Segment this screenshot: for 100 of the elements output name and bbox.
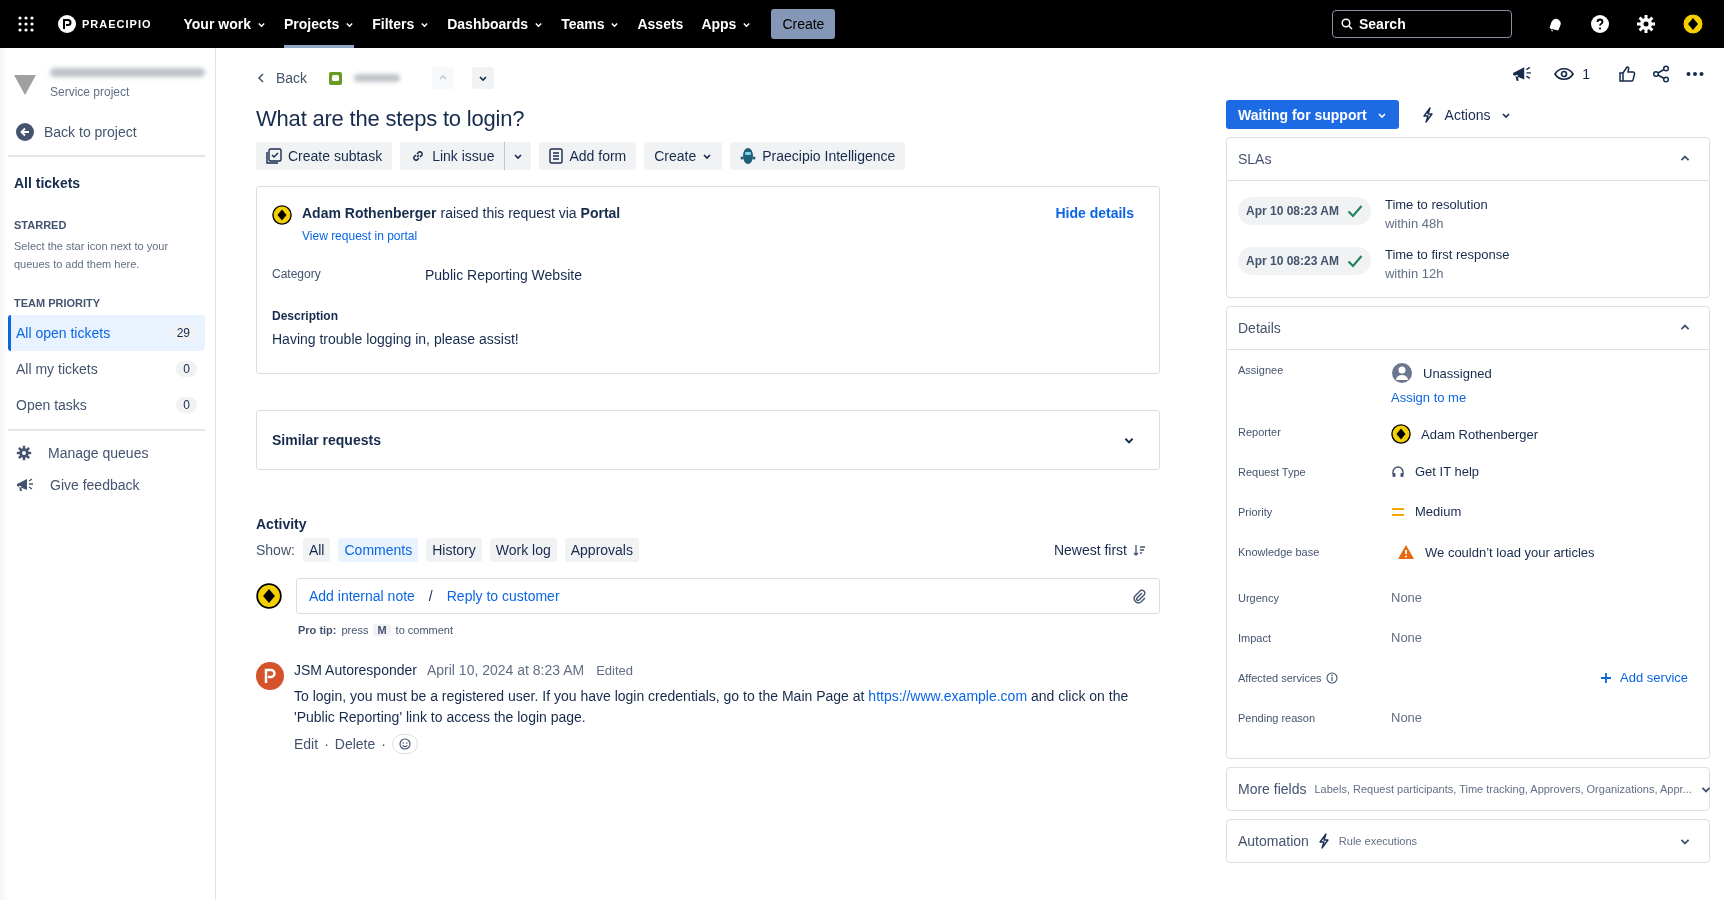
create-button[interactable]: Create — [771, 9, 836, 39]
comment-date: April 10, 2024 at 8:23 AM — [426, 662, 585, 678]
user-avatar — [256, 583, 282, 609]
watch-button[interactable]: 1 — [1548, 65, 1596, 83]
user-avatar — [1391, 424, 1411, 444]
toolbar-button[interactable]: Create subtask — [256, 142, 393, 170]
comment-action-link[interactable]: Delete — [334, 736, 376, 752]
add-internal-note-link[interactable]: Add internal note — [309, 588, 415, 604]
actions-dropdown[interactable]: Actions — [1414, 100, 1517, 129]
panel-title: More fields — [1238, 781, 1307, 797]
help-icon[interactable] — [1590, 14, 1610, 34]
avatar-icon[interactable] — [1682, 13, 1704, 35]
filter-button[interactable]: Approvals — [564, 538, 639, 562]
nav-menu[interactable]: Projects — [283, 0, 355, 48]
sla-goal: within 12h — [1384, 266, 1445, 281]
next-button[interactable] — [472, 67, 495, 89]
toolbar-button[interactable]: Link issue — [400, 142, 505, 170]
more-icon[interactable] — [1686, 71, 1704, 77]
smiley-icon — [398, 738, 411, 750]
nav-menu[interactable]: Your work — [183, 0, 266, 48]
panel-title: Similar requests — [272, 432, 381, 448]
search-field[interactable]: Search — [1332, 10, 1512, 38]
sidebar-link[interactable]: Manage queues — [8, 437, 205, 469]
queue-item[interactable]: All open tickets 29 — [8, 315, 205, 351]
separator: · — [381, 736, 386, 752]
pro-tip-text: to comment — [395, 624, 454, 636]
url-link[interactable]: https://www.example.com — [868, 688, 1028, 704]
paperclip-icon[interactable] — [1131, 588, 1147, 604]
logo-text: PRAECIPIO — [82, 18, 152, 30]
field-value: Public Reporting Website — [425, 267, 582, 283]
warning-icon — [1397, 544, 1415, 560]
queue-item[interactable]: All my tickets 0 — [8, 351, 205, 387]
megaphone-icon[interactable] — [1512, 65, 1533, 83]
separator: / — [428, 588, 433, 604]
panel-title: SLAs — [1238, 151, 1272, 167]
thumbs-up-icon[interactable] — [1618, 65, 1636, 83]
edited-label: Edited — [596, 663, 634, 678]
request-type-icon — [329, 71, 343, 85]
logo-icon — [58, 15, 76, 33]
show-label: Show: — [256, 542, 295, 558]
warning-text: We couldn’t load your articles — [1425, 544, 1595, 560]
starred-hint: Select the star icon next to your queues to add them here. — [13, 239, 170, 272]
medium-priority-icon — [1391, 506, 1405, 517]
user-avatar — [272, 205, 292, 225]
description-text: Having trouble logging in, please assist! — [272, 331, 520, 347]
more-fields-panel[interactable]: More fields Labels, Request participants, Time tracking, Approvers, Organizations, Appr... — [1226, 767, 1710, 811]
hide-details-link[interactable]: Hide details — [1055, 205, 1134, 221]
filter-button[interactable]: History — [426, 538, 482, 562]
count-badge: 0 — [176, 397, 197, 413]
megaphone-icon — [16, 477, 34, 493]
chevron-left-icon — [256, 73, 266, 83]
search-icon — [1341, 18, 1353, 30]
toolbar-button[interactable]: Praecipio Intelligence — [730, 142, 906, 170]
count-badge: 0 — [176, 361, 197, 377]
bot-avatar — [256, 662, 284, 690]
nav-menu[interactable]: Filters — [372, 0, 430, 48]
field-label: Urgency — [1238, 592, 1279, 604]
field-label: Pending reason — [1238, 712, 1316, 724]
back-to-project-link[interactable]: Back to project — [8, 115, 195, 149]
automation-panel[interactable]: Automation Rule executions — [1226, 819, 1710, 863]
field-label: Knowledge base — [1238, 546, 1320, 558]
separator: · — [324, 736, 329, 752]
reply-to-customer-link[interactable]: Reply to customer — [446, 588, 560, 604]
filter-button[interactable]: Comments — [338, 538, 419, 562]
view-request-link[interactable]: View request in portal — [302, 229, 1046, 243]
request-summary: Adam Rothenberger raised this request via Portal — [302, 205, 622, 221]
nav-menu[interactable]: Teams — [561, 0, 620, 48]
toolbar-button[interactable]: Add form — [539, 142, 637, 170]
status-dropdown[interactable]: Waiting for support — [1226, 100, 1399, 129]
add-reaction-button[interactable] — [391, 734, 418, 754]
settings-icon[interactable] — [1636, 14, 1656, 34]
comment-action-link[interactable]: Edit — [294, 736, 319, 752]
comment-box[interactable]: Add internal note / Reply to customer — [296, 578, 1160, 614]
blurred-issue-key — [354, 74, 401, 82]
app-grid-icon[interactable] — [18, 16, 34, 32]
nav-menu[interactable]: Assets — [637, 0, 684, 48]
pro-tip-text: press — [341, 624, 369, 636]
field-label: Affected services — [1238, 672, 1322, 684]
headset-icon — [1391, 464, 1405, 479]
eye-icon — [1554, 67, 1575, 81]
queue-item[interactable]: Open tasks 0 — [8, 387, 205, 423]
field-label: Assignee — [1238, 364, 1284, 376]
add-service-link[interactable]: Add service — [1600, 670, 1688, 685]
toolbar-button[interactable]: Create — [644, 142, 723, 170]
assign-to-me-link[interactable]: Assign to me — [1391, 390, 1698, 405]
similar-requests-panel[interactable]: Similar requests — [256, 410, 1160, 470]
filter-button[interactable]: Work log — [489, 538, 557, 562]
field-value: Get IT help — [1415, 464, 1480, 479]
sort-button[interactable]: Newest first — [1047, 541, 1152, 559]
pro-tip-label: Pro tip: — [298, 624, 337, 636]
field-value: None — [1391, 590, 1424, 605]
nav-menu[interactable]: Dashboards — [447, 0, 544, 48]
nav-menu[interactable]: Apps — [701, 0, 752, 48]
issue-title: What are the steps to login? — [256, 106, 526, 132]
share-icon[interactable] — [1652, 65, 1670, 83]
field-label: Impact — [1238, 632, 1271, 644]
sidebar-link[interactable]: Give feedback — [8, 469, 205, 501]
robot-icon — [740, 147, 757, 165]
filter-button[interactable]: All — [302, 538, 331, 562]
back-link[interactable]: Back — [256, 70, 308, 86]
